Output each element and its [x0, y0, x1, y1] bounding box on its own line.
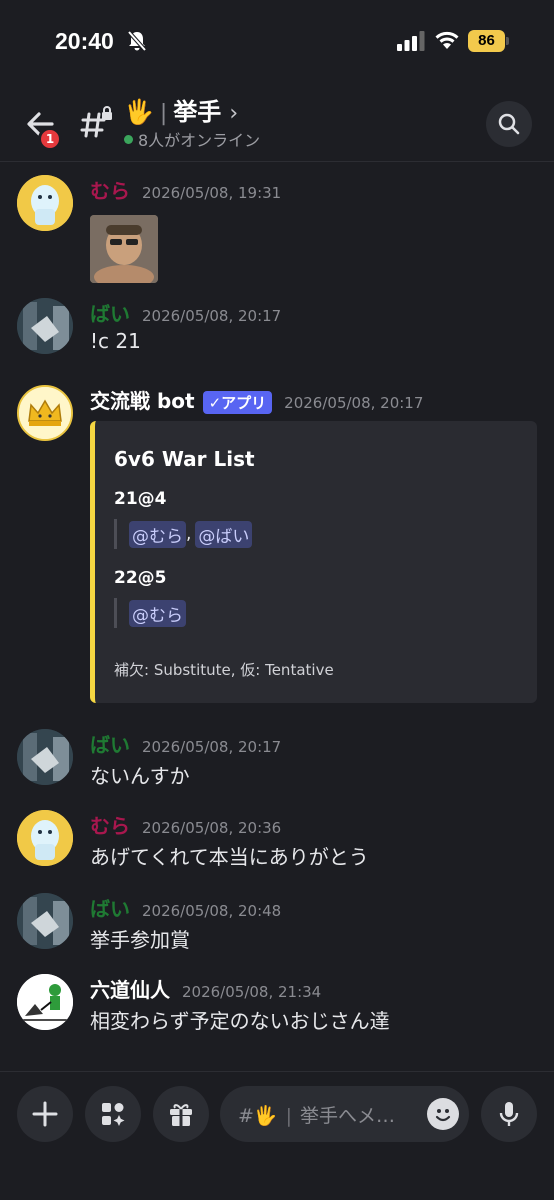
- channel-emoji: 🖐: [124, 98, 154, 126]
- timestamp: 2026/05/08, 20:36: [142, 819, 282, 837]
- message-header: ばい 2026/05/08, 20:17: [90, 729, 281, 758]
- status-time: 20:40: [55, 28, 114, 54]
- mic-icon: [499, 1102, 519, 1126]
- username[interactable]: ばい: [90, 298, 130, 327]
- timestamp: 2026/05/08, 20:17: [142, 307, 282, 325]
- message-text: !c 21: [90, 329, 141, 353]
- crown-icon: [19, 387, 71, 439]
- user-mention[interactable]: @むら: [129, 599, 186, 627]
- embed-field-name: 22@5: [114, 568, 167, 588]
- gift-icon: [170, 1104, 192, 1126]
- wifi-icon: [435, 31, 459, 49]
- username[interactable]: ばい: [90, 893, 130, 922]
- channel-title[interactable]: 🖐 | 挙手 ›: [124, 92, 238, 127]
- message-header: ばい 2026/05/08, 20:17: [90, 298, 281, 327]
- title-separator: |: [159, 101, 168, 126]
- avatar[interactable]: [17, 729, 73, 785]
- username[interactable]: ばい: [90, 729, 130, 758]
- avatar-photo-icon: [17, 729, 73, 785]
- timestamp: 2026/05/08, 21:34: [182, 983, 322, 1001]
- avatar-photo-icon: [17, 893, 73, 949]
- battery-icon: 86: [468, 30, 510, 52]
- avatar[interactable]: [17, 893, 73, 949]
- message-text: 挙手参加賞: [90, 928, 190, 952]
- embed-field-value: @むら: [114, 598, 186, 628]
- username[interactable]: むら: [90, 175, 130, 204]
- user-mention[interactable]: @むら: [129, 520, 186, 548]
- message-header: 交流戦 bot ✓アプリ 2026/05/08, 20:17: [90, 385, 423, 414]
- message-header: むら 2026/05/08, 20:36: [90, 810, 281, 839]
- user-mention[interactable]: @ばい: [195, 520, 253, 548]
- chevron-right-icon: ›: [229, 101, 239, 126]
- embed-field-name: 21@4: [114, 489, 167, 509]
- signal-icon: [397, 31, 425, 51]
- avatar-character-icon: [17, 810, 73, 866]
- message-input-placeholder: #🖐 | 挙手へメ…: [238, 1104, 395, 1127]
- image-attachment[interactable]: [90, 215, 158, 283]
- message-text: ないんすか: [90, 764, 190, 788]
- emoji-button[interactable]: [427, 1098, 459, 1130]
- bot-embed: 6v6 War List 21@4 @むら, @ばい 22@5 @むら 補欠: S…: [90, 421, 537, 703]
- locked-channel-icon: [80, 106, 112, 138]
- username[interactable]: 交流戦 bot: [90, 385, 195, 414]
- message-input[interactable]: #🖐 | 挙手へメ…: [220, 1086, 469, 1142]
- embed-footer: 補欠: Substitute, 仮: Tentative: [114, 661, 334, 679]
- message-list[interactable]: むら 2026/05/08, 19:31 ばい 2026/05/08, 20:1…: [0, 163, 554, 1070]
- voice-message-button[interactable]: [481, 1086, 537, 1142]
- message-header: ばい 2026/05/08, 20:48: [90, 893, 281, 922]
- avatar[interactable]: [17, 175, 73, 231]
- online-status: 8人がオンライン: [124, 127, 260, 151]
- avatar-character-icon: [17, 175, 73, 231]
- timestamp: 2026/05/08, 19:31: [142, 184, 282, 202]
- search-button[interactable]: [486, 101, 532, 147]
- composer-bar: #🖐 | 挙手へメ…: [0, 1071, 554, 1200]
- online-count: 8人がオンライン: [138, 131, 261, 150]
- embed-title: 6v6 War List: [114, 447, 255, 471]
- emoji-icon: [435, 1109, 451, 1122]
- online-dot-icon: [124, 134, 133, 144]
- channel-header: 1 🖐 | 挙手 › 8人がオンライン: [0, 80, 554, 162]
- embed-field-value: @むら, @ばい: [114, 519, 253, 549]
- timestamp: 2026/05/08, 20:17: [142, 738, 282, 756]
- plus-icon: [32, 1101, 58, 1127]
- username[interactable]: むら: [90, 810, 130, 839]
- gift-button[interactable]: [153, 1086, 209, 1142]
- avatar[interactable]: [17, 974, 73, 1030]
- avatar-photo-icon: [17, 298, 73, 354]
- photo-icon: [90, 215, 158, 283]
- placeholder-text: 挙手へメ…: [299, 1104, 395, 1127]
- bell-off-icon: [127, 30, 147, 52]
- unread-badge: 1: [38, 127, 62, 151]
- timestamp: 2026/05/08, 20:48: [142, 902, 282, 920]
- avatar[interactable]: [17, 298, 73, 354]
- apps-button[interactable]: [85, 1086, 141, 1142]
- channel-name: 挙手: [173, 98, 222, 126]
- search-icon: [498, 113, 520, 135]
- avatar-illustration-icon: [17, 974, 73, 1030]
- timestamp: 2026/05/08, 20:17: [284, 394, 424, 412]
- battery-level: 86: [468, 30, 505, 52]
- app-badge: ✓アプリ: [202, 391, 273, 414]
- status-bar: 20:40 86: [0, 0, 554, 80]
- message-header: 六道仙人 2026/05/08, 21:34: [90, 974, 321, 1003]
- avatar[interactable]: [17, 810, 73, 866]
- message-text: 相変わらず予定のないおじさん達: [90, 1009, 390, 1033]
- avatar[interactable]: [17, 385, 73, 441]
- add-attachment-button[interactable]: [17, 1086, 73, 1142]
- apps-icon: [102, 1103, 125, 1126]
- message-header: むら 2026/05/08, 19:31: [90, 175, 281, 204]
- channel-prefix: #🖐: [238, 1104, 278, 1127]
- message-text: あげてくれて本当にありがとう: [90, 845, 369, 869]
- username[interactable]: 六道仙人: [90, 974, 170, 1003]
